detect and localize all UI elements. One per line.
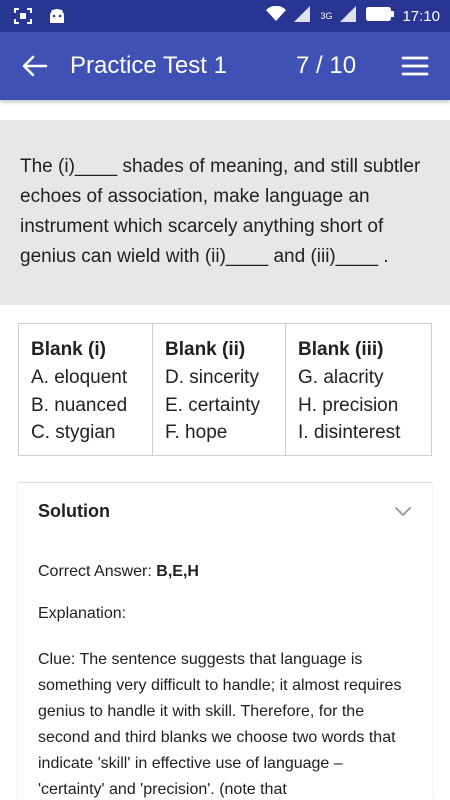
- solution-panel: Solution Correct Answer: B,E,H Explanati…: [18, 482, 432, 800]
- status-time: 17:10: [402, 7, 440, 25]
- blank-heading: Blank (iii): [298, 339, 384, 360]
- option-i[interactable]: I. disinterest: [298, 419, 431, 447]
- explanation-label: Explanation:: [38, 605, 127, 622]
- status-bar-right: 3G 17:10: [266, 5, 440, 26]
- screenshot-icon: [14, 8, 32, 29]
- back-arrow-icon[interactable]: [20, 52, 48, 80]
- network-type-label: 3G: [320, 11, 333, 21]
- wifi-icon: [266, 5, 287, 26]
- correct-answer-value: B,E,H: [156, 563, 199, 580]
- blanks-table: Blank (i) A. eloquent B. nuanced C. styg…: [18, 323, 432, 456]
- app-bar: Practice Test 1 7 / 10: [0, 32, 450, 100]
- question-current: 7: [296, 52, 310, 79]
- android-icon: [48, 8, 66, 29]
- status-bar-left: [14, 8, 66, 29]
- blank-column-iii: Blank (iii) G. alacrity H. precision I. …: [286, 324, 431, 455]
- option-g[interactable]: G. alacrity: [298, 364, 431, 392]
- option-h[interactable]: H. precision: [298, 392, 431, 420]
- page-title: Practice Test 1: [70, 52, 227, 79]
- chevron-down-icon[interactable]: [394, 505, 412, 517]
- blank-column-ii: Blank (ii) D. sincerity E. certainty F. …: [153, 324, 286, 455]
- battery-icon: [366, 7, 395, 25]
- option-b[interactable]: B. nuanced: [31, 392, 152, 420]
- blank-heading: Blank (ii): [165, 339, 246, 360]
- option-d[interactable]: D. sincerity: [165, 364, 285, 392]
- status-bar: 3G 17:10: [0, 0, 450, 32]
- signal-icon-2: [340, 6, 358, 26]
- correct-answer-label: Correct Answer:: [38, 563, 152, 580]
- blank-heading: Blank (i): [31, 339, 106, 360]
- solution-header[interactable]: Solution: [38, 501, 110, 522]
- question-panel: The (i)____ shades of meaning, and still…: [0, 120, 450, 305]
- correct-answer: Correct Answer: B,E,H: [38, 563, 199, 581]
- option-c[interactable]: C. stygian: [31, 419, 152, 447]
- question-counter: 7 / 10: [296, 52, 356, 80]
- option-e[interactable]: E. certainty: [165, 392, 285, 420]
- blank-column-i: Blank (i) A. eloquent B. nuanced C. styg…: [19, 324, 153, 455]
- option-f[interactable]: F. hope: [165, 419, 285, 447]
- signal-icon: [294, 6, 312, 26]
- question-text: The (i)____ shades of meaning, and still…: [20, 156, 421, 267]
- explanation-text: Clue: The sentence suggests that languag…: [38, 651, 402, 798]
- question-total: / 10: [316, 52, 357, 79]
- hamburger-menu-icon[interactable]: [401, 54, 429, 78]
- option-a[interactable]: A. eloquent: [31, 364, 152, 392]
